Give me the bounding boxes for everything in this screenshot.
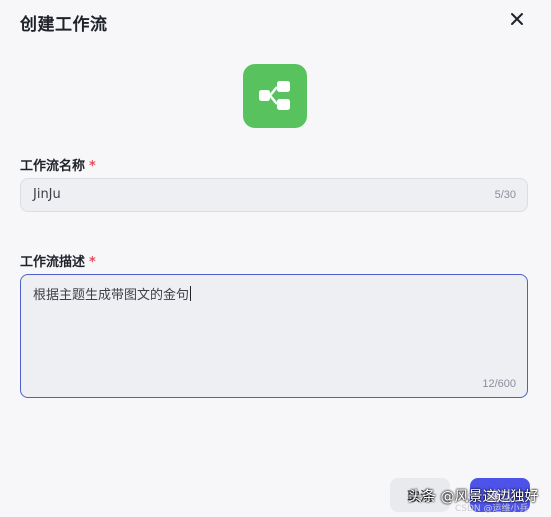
desc-field-label: 工作流描述 * (20, 251, 96, 270)
dialog-title: 创建工作流 (20, 15, 108, 35)
close-icon[interactable] (508, 10, 526, 28)
name-char-counter: 5/30 (494, 189, 516, 201)
desc-input-content: 根据主题生成带图文的金句 (33, 284, 192, 303)
desc-char-counter: 12/600 (482, 378, 516, 390)
required-mark: * (89, 255, 96, 270)
desc-label-text: 工作流描述 (20, 255, 86, 270)
name-input-value: JinJu (33, 187, 61, 202)
watermark-subtext: CSDN @运维小兵 (455, 504, 529, 514)
create-workflow-dialog: 创建工作流 工作流名称 * JinJu 5/30 工作流描述 * 根据主题生成带图文… (0, 0, 551, 517)
name-field-label: 工作流名称 * (20, 155, 96, 174)
name-label-text: 工作流名称 (20, 159, 86, 174)
required-mark: * (89, 159, 96, 174)
desc-input-value: 根据主题生成带图文的金句 (33, 288, 190, 303)
workflow-name-input[interactable]: JinJu 5/30 (20, 178, 528, 212)
text-caret (190, 286, 192, 301)
workflow-icon (243, 64, 307, 128)
workflow-description-textarea[interactable]: 根据主题生成带图文的金句 12/600 (20, 274, 528, 398)
